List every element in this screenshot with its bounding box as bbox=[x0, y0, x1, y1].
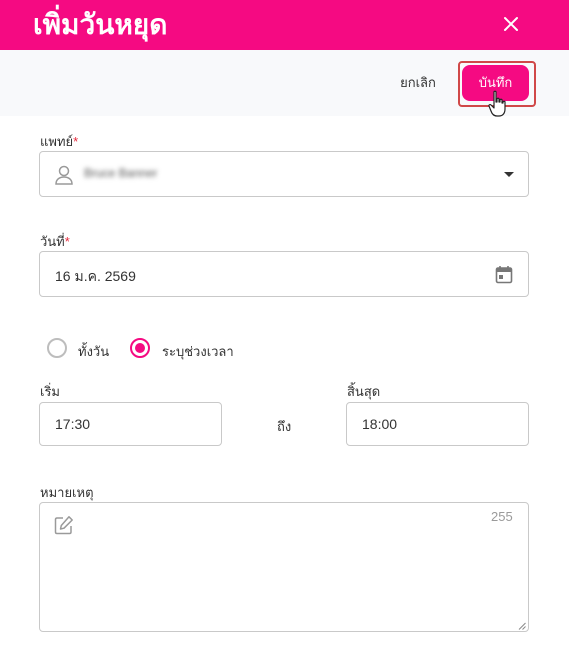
radio-time-range[interactable] bbox=[130, 338, 150, 358]
hand-cursor-icon bbox=[488, 90, 506, 117]
dialog-header: เพิ่มวันหยุด bbox=[0, 0, 569, 50]
required-mark: * bbox=[64, 234, 70, 249]
person-icon bbox=[55, 165, 73, 185]
doctor-value: Bruce Banner bbox=[84, 166, 158, 180]
radio-all-day-label: ทั้งวัน bbox=[78, 344, 110, 359]
date-value: 16 ม.ค. 2569 bbox=[55, 268, 136, 284]
close-icon[interactable] bbox=[498, 11, 524, 37]
note-textarea[interactable]: 255 bbox=[39, 502, 529, 632]
doctor-label-text: แพทย์ bbox=[40, 134, 74, 149]
doctor-select[interactable]: Bruce Banner bbox=[39, 151, 529, 197]
calendar-icon[interactable] bbox=[495, 265, 513, 284]
note-label: หมายเหตุ bbox=[40, 485, 94, 500]
character-counter: 255 bbox=[491, 509, 513, 524]
caret-down-icon[interactable] bbox=[503, 171, 515, 179]
dialog-title: เพิ่มวันหยุด bbox=[33, 9, 168, 40]
end-time-field[interactable]: 18:00 bbox=[346, 402, 529, 446]
date-label-text: วันที่ bbox=[40, 234, 65, 249]
resize-handle-icon[interactable] bbox=[518, 622, 526, 630]
date-field[interactable]: 16 ม.ค. 2569 bbox=[39, 251, 529, 297]
time-separator: ถึง bbox=[277, 419, 292, 434]
edit-icon bbox=[54, 516, 73, 535]
doctor-label: แพทย์* bbox=[40, 131, 78, 152]
start-time-value: 17:30 bbox=[55, 416, 91, 432]
required-mark: * bbox=[73, 134, 79, 149]
cancel-button[interactable]: ยกเลิก bbox=[388, 70, 448, 96]
date-label: วันที่* bbox=[40, 231, 70, 252]
radio-all-day[interactable] bbox=[47, 338, 67, 358]
start-time-field[interactable]: 17:30 bbox=[39, 402, 222, 446]
end-time-label: สิ้นสุด bbox=[347, 384, 381, 399]
end-time-value: 18:00 bbox=[362, 416, 398, 432]
radio-time-range-label: ระบุช่วงเวลา bbox=[162, 344, 234, 359]
start-time-label: เริ่ม bbox=[40, 384, 60, 399]
